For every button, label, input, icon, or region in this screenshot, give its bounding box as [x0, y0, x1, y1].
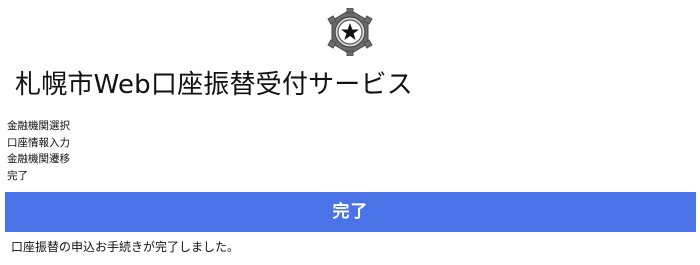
- completion-banner: 完了: [5, 192, 696, 232]
- completion-message: 口座振替の申込お手続きが完了しました。: [11, 240, 240, 254]
- sapporo-emblem-logo: [326, 8, 374, 56]
- page-title: 札幌市Web口座振替受付サービス: [15, 70, 413, 100]
- step-complete: 完了: [7, 169, 28, 182]
- step-bank-transition: 金融機関遷移: [7, 153, 70, 165]
- progress-steps: 金融機関選択 口座情報入力 金融機関遷移 完了: [7, 118, 70, 184]
- sapporo-emblem-icon: [327, 8, 373, 56]
- step-account-input: 口座情報入力: [7, 136, 70, 149]
- step-bank-select: 金融機関選択: [7, 120, 70, 132]
